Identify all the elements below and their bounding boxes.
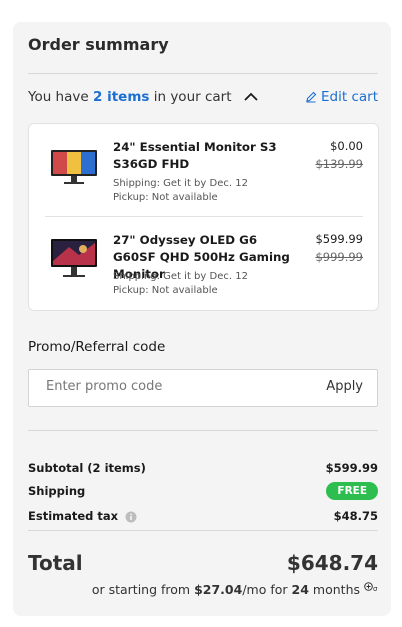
item-pickup: Pickup: Not available [113, 192, 218, 203]
item-shipping: Shipping: Get it by Dec. 12 [113, 178, 248, 189]
tax-value: $48.75 [333, 509, 378, 523]
cart-items-list: 24" Essential Monitor S3 S36GD FHD Shipp… [28, 123, 379, 311]
tax-label: Estimated tax [28, 509, 119, 523]
divider [28, 530, 378, 531]
subtotal-row: Subtotal (2 items) $599.99 [28, 461, 378, 475]
financing-info-icon[interactable]: σ [364, 582, 378, 594]
order-summary-title: Order summary [28, 35, 169, 54]
financing-months: 24 [291, 582, 309, 597]
financing-suffix: months [312, 582, 361, 597]
subtotal-value: $599.99 [325, 461, 378, 475]
pencil-icon [306, 91, 317, 103]
cart-item[interactable]: 27" Odyssey OLED G6 G60SF QHD 500Hz Gami… [29, 217, 378, 309]
item-name[interactable]: 24" Essential Monitor S3 S36GD FHD [113, 139, 303, 173]
divider [28, 73, 378, 74]
item-pickup: Pickup: Not available [113, 285, 218, 296]
shipping-label: Shipping [28, 484, 86, 498]
chevron-up-icon[interactable] [244, 92, 258, 102]
cart-count: 2 items [92, 89, 150, 105]
item-shipping: Shipping: Get it by Dec. 12 [113, 271, 248, 282]
total-label: Total [28, 551, 83, 575]
monitor-g6-image [51, 239, 97, 277]
promo-label: Promo/Referral code [28, 339, 166, 355]
financing-amount: $27.04 [194, 582, 243, 597]
subtotal-label: Subtotal (2 items) [28, 461, 146, 475]
shipping-row: Shipping FREE [28, 482, 378, 500]
item-original-price: $139.99 [315, 157, 363, 171]
monitor-s3-image [51, 150, 97, 184]
edit-cart-label: Edit cart [321, 89, 378, 105]
financing-info: or starting from $27.04/mo for 24 months… [92, 582, 378, 597]
apply-promo-button[interactable]: Apply [326, 379, 363, 394]
svg-text:σ: σ [373, 585, 378, 593]
order-summary-panel: Order summary You have 2 items in your c… [13, 22, 391, 616]
cart-toggle[interactable]: You have 2 items in your cart [28, 89, 258, 105]
cart-item[interactable]: 24" Essential Monitor S3 S36GD FHD Shipp… [29, 124, 378, 216]
total-value: $648.74 [286, 551, 378, 575]
free-shipping-badge: FREE [326, 482, 378, 500]
info-icon[interactable] [125, 511, 137, 523]
financing-mid: /mo for [242, 582, 288, 597]
item-price: $599.99 [315, 232, 363, 246]
item-original-price: $999.99 [315, 250, 363, 264]
cart-prefix: You have [28, 89, 89, 105]
promo-code-input[interactable] [44, 378, 288, 395]
tax-row: Estimated tax $48.75 [28, 509, 378, 523]
financing-prefix: or starting from [91, 582, 191, 597]
promo-code-field[interactable]: Apply [28, 369, 378, 407]
cart-suffix: in your cart [153, 89, 232, 105]
divider [28, 430, 378, 431]
item-price: $0.00 [330, 139, 363, 153]
edit-cart-link[interactable]: Edit cart [305, 89, 378, 105]
